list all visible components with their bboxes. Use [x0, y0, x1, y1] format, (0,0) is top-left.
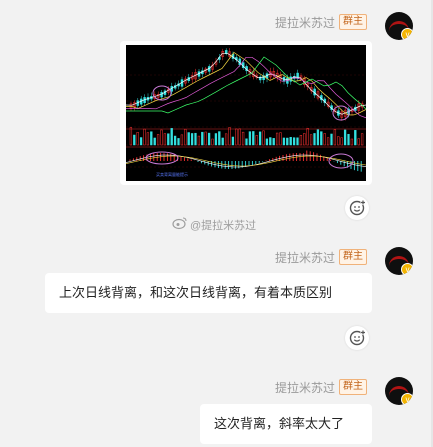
volume-bar — [296, 137, 299, 146]
volume-bar — [153, 137, 156, 146]
chart-background — [126, 45, 366, 181]
volume-bar — [170, 128, 173, 146]
volume-bar — [207, 132, 211, 146]
author-name: 提拉米苏过 — [275, 251, 336, 265]
weibo-icon — [172, 217, 187, 230]
add-reaction-icon[interactable] — [345, 326, 369, 350]
volume-bar — [187, 132, 190, 146]
volume-bar — [320, 131, 323, 146]
volume-bar — [354, 130, 357, 146]
volume-bar — [173, 135, 177, 146]
author-name: 提拉米苏过 — [275, 381, 336, 395]
message-bubble[interactable]: 上次日线背离，和这次日线背离，有着本质区别 — [45, 273, 372, 313]
volume-bar — [190, 133, 194, 146]
owner-badge: 群主 — [339, 14, 367, 30]
volume-bar — [133, 134, 136, 146]
volume-bar — [218, 131, 221, 146]
avatar-icon[interactable]: v — [385, 12, 413, 40]
verified-badge-icon: v — [401, 393, 413, 405]
volume-bar — [214, 133, 218, 146]
volume-bar — [313, 133, 316, 146]
candlestick-chart-image[interactable]: 买卖背离量能提示 — [126, 45, 366, 181]
avatar-icon[interactable]: v — [385, 247, 413, 275]
volume-bar — [316, 129, 320, 146]
volume-bar — [282, 137, 286, 146]
volume-bar — [167, 133, 170, 146]
volume-bar — [221, 137, 224, 146]
avatar-icon[interactable]: v — [385, 377, 413, 405]
volume-bar — [343, 129, 347, 146]
volume-bar — [269, 137, 272, 146]
volume-bar — [265, 138, 269, 146]
volume-bar — [252, 131, 255, 146]
volume-bar — [248, 131, 252, 146]
volume-bar — [150, 131, 153, 146]
candle-body — [224, 50, 228, 54]
volume-bar — [289, 136, 292, 146]
chart-caption: 买卖背离量能提示 — [156, 171, 188, 177]
volume-bar — [177, 138, 180, 146]
verified-badge-icon: v — [401, 263, 413, 275]
owner-badge: 群主 — [339, 249, 367, 265]
volume-bar — [231, 136, 235, 146]
owner-badge: 群主 — [339, 379, 367, 395]
watermark-text: @提拉米苏过 — [190, 220, 257, 232]
volume-bar — [139, 137, 143, 146]
volume-bar — [258, 131, 262, 146]
volume-bar — [286, 137, 289, 146]
volume-bar — [292, 137, 296, 146]
chart-image-frame[interactable]: 买卖背离量能提示 — [120, 41, 372, 185]
volume-bar — [347, 133, 350, 146]
verified-badge-icon: v — [401, 28, 413, 40]
volume-bar — [201, 131, 204, 146]
volume-bar — [194, 132, 197, 146]
volume-bar — [272, 138, 275, 146]
volume-bar — [330, 133, 333, 146]
add-reaction-icon[interactable] — [345, 196, 369, 220]
author-name: 提拉米苏过 — [275, 16, 336, 30]
volume-bar — [245, 138, 248, 146]
message-bubble[interactable]: 这次背离，斜率太大了 — [200, 404, 372, 444]
